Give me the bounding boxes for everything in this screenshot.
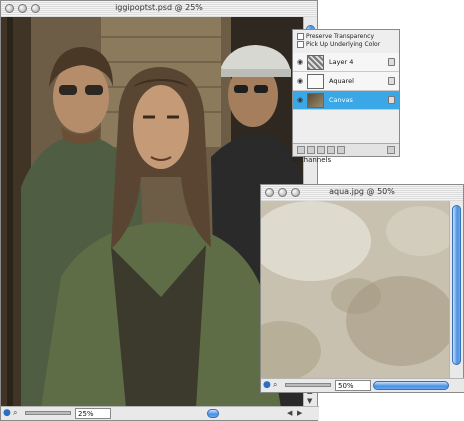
lock-icon[interactable] — [388, 96, 395, 104]
pick-up-underlying-color-option[interactable]: Pick Up Underlying Color — [297, 41, 380, 48]
main-bottom-bar: ● ⌕ 25% ◀ ▶ — [1, 406, 319, 420]
info-icon[interactable]: ● — [3, 408, 11, 418]
layer-thumbnail — [307, 93, 324, 108]
layer-mask-icon[interactable] — [317, 146, 325, 154]
eye-icon[interactable]: ◉ — [296, 58, 304, 66]
eye-icon[interactable]: ◉ — [296, 77, 304, 85]
zoom-icon[interactable]: ⌕ — [13, 408, 17, 418]
layer-thumbnail — [307, 74, 324, 89]
layer-row-canvas[interactable]: ◉ Canvas — [293, 91, 399, 110]
layers-palette-toolbar — [293, 143, 399, 156]
aqua-zoom-slider[interactable] — [285, 383, 331, 387]
adjustment-layer-icon[interactable] — [337, 146, 345, 154]
aqua-image-canvas[interactable] — [261, 201, 451, 378]
aqua-vertical-scroll-thumb[interactable] — [452, 205, 461, 365]
layer-name: Aquarel — [329, 77, 354, 85]
main-window-title: iggipoptst.psd @ 25% — [115, 3, 203, 12]
preserve-transparency-option[interactable]: Preserve Transparency — [297, 33, 374, 40]
aqua-horizontal-scroll-thumb[interactable] — [373, 381, 449, 390]
layer-row-layer-4[interactable]: ◉ Layer 4 — [293, 53, 399, 72]
main-horizontal-scroll-thumb[interactable] — [207, 409, 219, 418]
layer-set-icon[interactable] — [327, 146, 335, 154]
info-icon[interactable]: ● — [263, 380, 271, 390]
main-zoom-field[interactable]: 25% — [75, 408, 111, 419]
channels-tab[interactable]: ▸ Channels — [293, 156, 331, 164]
scroll-down-arrow-icon[interactable]: ▼ — [307, 396, 312, 406]
pick-up-underlying-color-checkbox[interactable] — [297, 41, 304, 48]
lock-icon[interactable] — [388, 77, 395, 85]
aqua-bottom-bar: ● ⌕ 50% — [261, 378, 464, 392]
aqua-zoom-field[interactable]: 50% — [335, 380, 371, 391]
new-layer-icon[interactable] — [297, 146, 305, 154]
scroll-left-arrow-icon[interactable]: ◀ — [287, 408, 292, 418]
main-window-titlebar[interactable]: iggipoptst.psd @ 25% — [1, 1, 317, 18]
layer-effects-icon[interactable] — [307, 146, 315, 154]
layers-palette[interactable]: Preserve Transparency Pick Up Underlying… — [292, 29, 400, 164]
layer-row-aquarel[interactable]: ◉ Aquarel — [293, 72, 399, 91]
main-zoom-slider[interactable] — [25, 411, 71, 415]
aqua-vertical-scrollbar[interactable] — [449, 201, 463, 378]
layer-thumbnail — [307, 55, 324, 70]
aqua-texture-image — [261, 201, 451, 378]
scroll-right-arrow-icon[interactable]: ▶ — [297, 408, 302, 418]
layer-name: Canvas — [329, 96, 353, 104]
image-window-aqua[interactable]: aqua.jpg @ 50% ● ⌕ 50% — [260, 184, 464, 393]
zoom-icon[interactable]: ⌕ — [273, 380, 277, 390]
aqua-window-title: aqua.jpg @ 50% — [329, 187, 395, 196]
preserve-transparency-checkbox[interactable] — [297, 33, 304, 40]
eye-icon[interactable]: ◉ — [296, 96, 304, 104]
lock-icon[interactable] — [388, 58, 395, 66]
layer-name: Layer 4 — [329, 58, 354, 66]
aqua-window-titlebar[interactable]: aqua.jpg @ 50% — [261, 185, 463, 202]
trash-icon[interactable] — [387, 146, 395, 154]
